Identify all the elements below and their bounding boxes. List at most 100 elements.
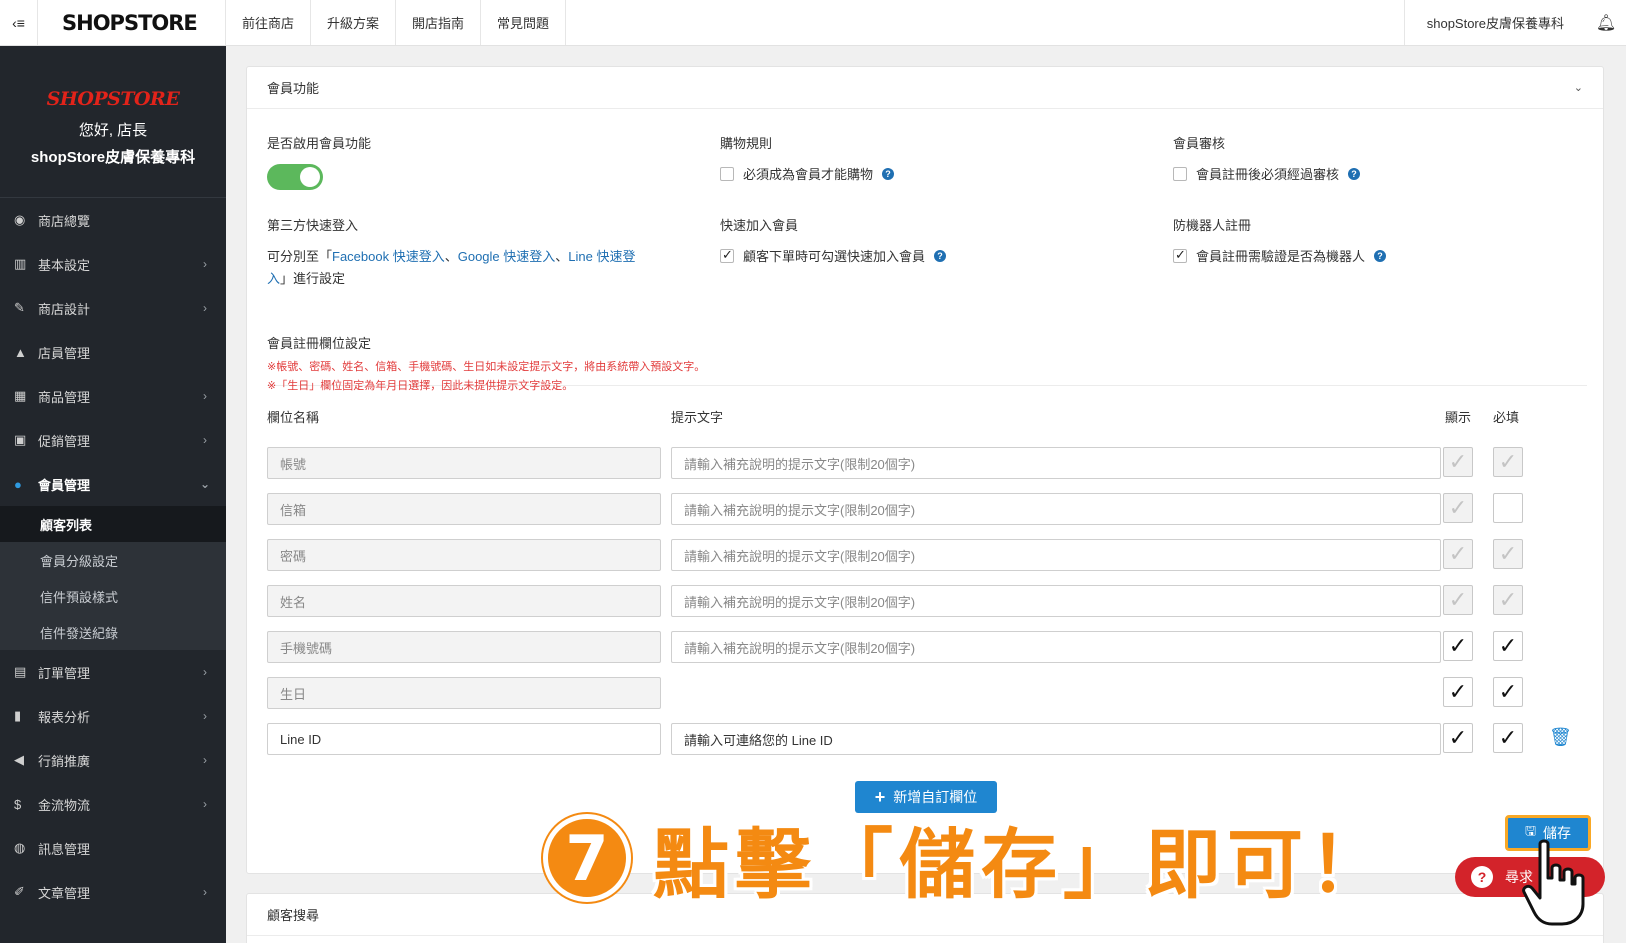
line-login-link[interactable]: Line 快速登 [568,249,635,264]
field-hint-input[interactable]: 請輸入補充說明的提示文字(限制20個字) [671,493,1441,525]
member-review-checkbox[interactable] [1173,166,1187,181]
note-line-1: ※帳號、密碼、姓名、信箱、手機號碼、生日如未設定提示文字，將由系統帶入預設文字。 [267,361,706,373]
sidebar-item-payment-logistics[interactable]: $ 金流物流 › [0,782,226,826]
megaphone-icon: ◀ [14,752,24,767]
field-hint-input[interactable]: 請輸入補充說明的提示文字(限制20個字) [671,585,1441,617]
field-row-line-id: Line ID 請輸入可連絡您的 Line ID ✓ ✓ 🗑︎ [267,723,1572,755]
quick-join-option[interactable]: 顧客下單時可勾選快速加入會員 ? [720,246,1173,265]
sidebar-item-products[interactable]: ▦ 商品管理 › [0,374,226,418]
greeting: 您好, 店長 [78,122,148,139]
show-checkbox[interactable]: ✓ [1443,677,1473,707]
sidebar-item-label: 促銷管理 [38,433,91,449]
lock-icon: ▲ [14,344,27,360]
field-hint-input[interactable]: 請輸入補充說明的提示文字(限制20個字) [671,539,1441,571]
col-header-hint: 提示文字 [671,410,724,425]
brand-logo[interactable]: SHOPSTORE [38,0,226,45]
shopping-rules-option[interactable]: 必須成為會員才能購物 ? [720,164,1173,183]
enable-member-toggle[interactable] [267,164,323,190]
desc-text: 可分別至「 [267,249,333,264]
nav-guide[interactable]: 開店指南 [396,0,482,45]
sidebar-item-orders[interactable]: ▤ 訂單管理 › [0,650,226,694]
required-checkbox: ✓ [1493,585,1523,615]
sidebar-item-staff[interactable]: ▲ 店員管理 [0,330,226,374]
member-review-text: 會員註冊後必須經過審核 [1196,167,1340,182]
shopping-rules-checkbox[interactable] [720,166,734,181]
third-party-col: 第三方快速登入 可分別至「Facebook 快速登入、Google 快速登入、L… [267,215,720,290]
sidebar-subitem-customer-list[interactable]: 顧客列表 [0,506,226,542]
sidebar-item-label: 文章管理 [38,885,91,901]
field-hint-input[interactable]: 請輸入補充說明的提示文字(限制20個字) [671,447,1441,479]
sidebar-toggle-button[interactable]: ‹≡ [0,0,38,45]
sidebar-item-promotions[interactable]: ▣ 促銷管理 › [0,418,226,462]
sidebar-item-label: 金流物流 [38,797,91,813]
required-checkbox[interactable]: ✓ [1493,723,1523,753]
sidebar: SHOPSTORE 您好, 店長 shopStore皮膚保養專科 ◉ 商店總覽 ▥… [0,46,226,943]
required-checkbox[interactable]: ✓ [1493,677,1523,707]
required-checkbox[interactable]: ✓ [1493,631,1523,661]
nav-faq[interactable]: 常見問題 [481,0,567,45]
field-row-name: 姓名 請輸入補充說明的提示文字(限制20個字) ✓ ✓ [267,585,1567,617]
field-row-account: 帳號 請輸入補充說明的提示文字(限制20個字) ✓ ✓ [267,447,1567,479]
field-name-input[interactable]: Line ID [267,723,661,755]
required-checkbox[interactable] [1493,493,1523,523]
sidebar-subitem-mail-templates[interactable]: 信件預設樣式 [0,578,226,614]
gift-icon: ▣ [14,432,27,447]
help-icon[interactable]: ? [934,249,947,262]
sidebar-item-reports[interactable]: ▮ 報表分析 › [0,694,226,738]
sidebar-item-overview[interactable]: ◉ 商店總覽 [0,198,226,242]
third-party-label: 第三方快速登入 [267,218,359,233]
field-row-password: 密碼 請輸入補充說明的提示文字(限制20個字) ✓ ✓ [267,539,1567,571]
sidebar-item-label: 行銷推廣 [38,753,91,769]
required-checkbox: ✓ [1493,539,1523,569]
facebook-login-link[interactable]: Facebook 快速登入 [332,249,445,264]
sidebar-item-label: 商店總覽 [38,213,91,229]
sidebar-subitem-mail-log[interactable]: 信件發送紀錄 [0,614,226,650]
sidebar-item-articles[interactable]: ✐ 文章管理 › [0,870,226,914]
google-login-link[interactable]: Google 快速登入 [458,249,556,264]
field-hint-input[interactable]: 請輸入可連絡您的 Line ID [671,723,1441,755]
quick-join-checkbox[interactable] [720,247,734,263]
store-name-menu[interactable]: shopStore皮膚保養專科 [1403,0,1586,45]
sidebar-item-members[interactable]: ● 會員管理 ⌄ [0,462,226,506]
chevron-right-icon: › [203,665,207,679]
show-checkbox: ✓ [1443,539,1473,569]
help-icon[interactable]: ? [882,167,895,180]
sidebar-item-store-design[interactable]: ✎ 商店設計 › [0,286,226,330]
member-review-label: 會員審核 [1173,136,1226,151]
field-row-email: 信箱 請輸入補充說明的提示文字(限制20個字) ✓ [267,493,1567,525]
col-header-required: 必填 [1493,410,1520,425]
chevron-down-icon[interactable]: ⌄ [1574,81,1583,94]
bar-chart-icon: ▮ [14,708,22,723]
anti-bot-checkbox[interactable] [1173,247,1187,263]
chevron-right-icon: › [203,885,207,899]
bell-icon[interactable]: 🔔︎ [1586,0,1626,45]
panel-header[interactable]: 會員功能 ⌄ [247,67,1603,109]
sidebar-logo: SHOPSTORE [46,88,180,110]
field-hint-input[interactable]: 請輸入補充說明的提示文字(限制20個字) [671,631,1441,663]
show-checkbox[interactable]: ✓ [1443,631,1473,661]
trash-icon[interactable]: 🗑︎ [1549,727,1572,748]
sidebar-item-label: 商店設計 [38,301,91,317]
anti-bot-option[interactable]: 會員註冊需驗證是否為機器人 ? [1173,246,1587,265]
sidebar-item-label: 基本設定 [38,257,91,273]
nav-go-store[interactable]: 前往商店 [226,0,312,45]
col-header-name: 欄位名稱 [267,410,320,425]
orders-icon: ▤ [14,664,27,679]
quick-join-label: 快速加入會員 [720,218,799,233]
show-checkbox: ✓ [1443,493,1473,523]
line-login-link-cont[interactable]: 入 [267,271,280,286]
sidebar-item-basic-settings[interactable]: ▥ 基本設定 › [0,242,226,286]
quick-join-text: 顧客下單時可勾選快速加入會員 [743,249,926,264]
sidebar-item-marketing[interactable]: ◀ 行銷推廣 › [0,738,226,782]
brand-text: SHOPSTORE [62,10,198,35]
member-features-panel: 會員功能 ⌄ 是否啟用會員功能 購物規則 必須成為會員才能購物 ? 會員審核 會… [246,66,1604,874]
sidebar-item-messages[interactable]: ◍ 訊息管理 [0,826,226,870]
nav-upgrade[interactable]: 升級方案 [311,0,397,45]
field-name-input: 生日 [267,677,661,709]
help-icon[interactable]: ? [1348,167,1361,180]
sidebar-subitem-member-levels[interactable]: 會員分級設定 [0,542,226,578]
show-checkbox[interactable]: ✓ [1443,723,1473,753]
member-review-option[interactable]: 會員註冊後必須經過審核 ? [1173,164,1587,183]
sidebar-item-label: 報表分析 [38,709,91,725]
help-icon[interactable]: ? [1374,249,1387,262]
